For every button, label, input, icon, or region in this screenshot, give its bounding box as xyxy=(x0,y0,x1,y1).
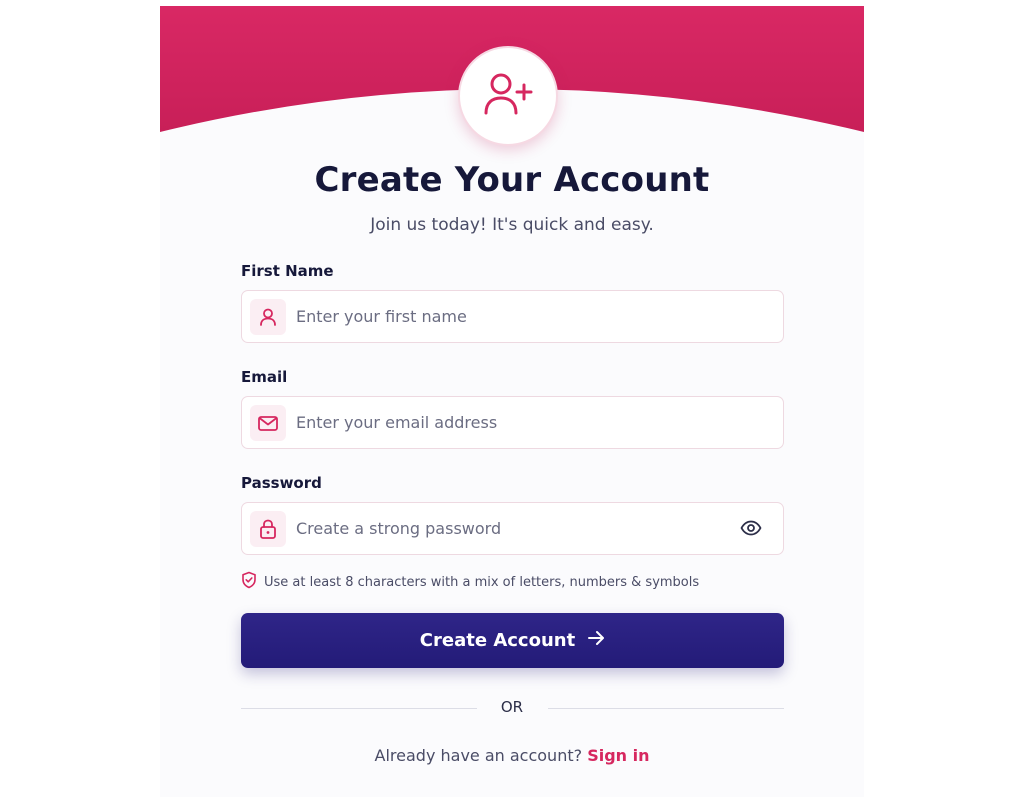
user-plus-icon xyxy=(483,71,533,121)
lock-icon xyxy=(250,511,286,547)
email-field-container xyxy=(241,396,784,449)
password-hint: Use at least 8 characters with a mix of … xyxy=(241,571,700,593)
create-account-button[interactable]: Create Account xyxy=(241,613,784,668)
page-subtitle: Join us today! It's quick and easy. xyxy=(370,215,654,235)
divider-line-left xyxy=(241,708,477,709)
password-field-container xyxy=(241,502,784,555)
first-name-label: First Name xyxy=(241,262,334,280)
page-title: Create Your Account xyxy=(314,160,710,200)
password-label: Password xyxy=(241,474,322,492)
signin-prompt: Already have an account? Sign in xyxy=(160,746,864,765)
signin-prompt-text: Already have an account? xyxy=(374,746,588,765)
user-icon xyxy=(250,299,286,335)
email-label: Email xyxy=(241,368,288,386)
eye-icon[interactable] xyxy=(739,518,763,538)
email-input[interactable] xyxy=(296,397,726,447)
password-hint-text: Use at least 8 characters with a mix of … xyxy=(264,574,700,590)
signup-card: Create Your Account Join us today! It's … xyxy=(160,6,864,797)
first-name-field-container xyxy=(241,290,784,343)
arrow-right-icon xyxy=(575,630,605,651)
shield-check-icon xyxy=(241,571,264,593)
avatar-badge xyxy=(458,46,558,146)
first-name-input[interactable] xyxy=(296,291,726,341)
sign-in-link[interactable]: Sign in xyxy=(587,746,649,765)
or-divider-text: OR xyxy=(500,698,524,716)
password-input[interactable] xyxy=(296,503,726,553)
divider-line-right xyxy=(548,708,784,709)
mail-icon xyxy=(250,405,286,441)
create-account-button-label: Create Account xyxy=(419,630,576,651)
